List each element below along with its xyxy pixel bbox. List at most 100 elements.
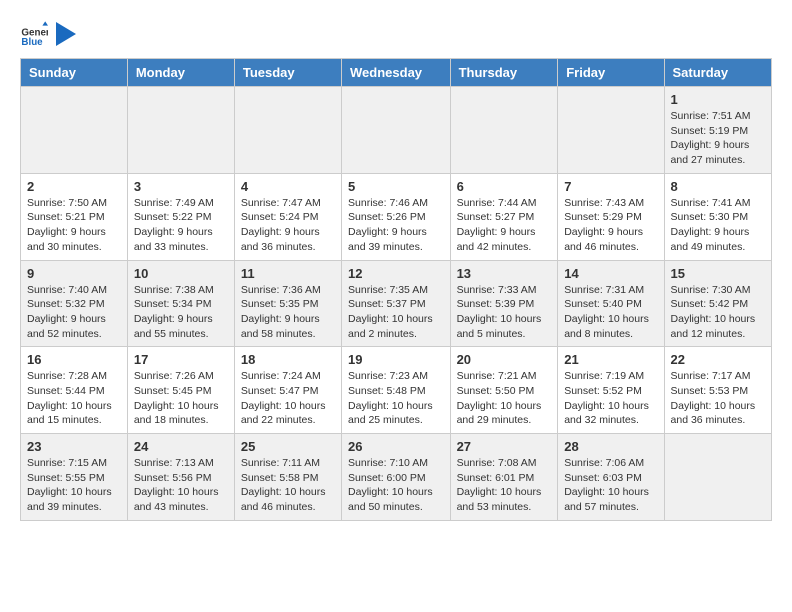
day-info: Sunrise: 7:51 AM Sunset: 5:19 PM Dayligh…	[671, 109, 765, 168]
day-number: 25	[241, 439, 335, 454]
day-number: 17	[134, 352, 228, 367]
calendar-cell: 2 Sunrise: 7:50 AM Sunset: 5:21 PM Daylig…	[21, 173, 128, 260]
calendar-cell	[342, 87, 451, 174]
day-number: 1	[671, 92, 765, 107]
day-number: 19	[348, 352, 444, 367]
calendar-cell: 6 Sunrise: 7:44 AM Sunset: 5:27 PM Daylig…	[450, 173, 558, 260]
day-info: Sunrise: 7:33 AM Sunset: 5:39 PM Dayligh…	[457, 283, 552, 342]
day-number: 15	[671, 266, 765, 281]
calendar-cell	[21, 87, 128, 174]
day-info: Sunrise: 7:35 AM Sunset: 5:37 PM Dayligh…	[348, 283, 444, 342]
day-number: 8	[671, 179, 765, 194]
day-number: 12	[348, 266, 444, 281]
calendar-cell: 26 Sunrise: 7:10 AM Sunset: 6:00 PM Dayli…	[342, 434, 451, 521]
logo-icon: General Blue	[20, 20, 48, 48]
calendar-cell: 20 Sunrise: 7:21 AM Sunset: 5:50 PM Dayli…	[450, 347, 558, 434]
logo: General Blue	[20, 20, 76, 48]
calendar-cell: 24 Sunrise: 7:13 AM Sunset: 5:56 PM Dayli…	[127, 434, 234, 521]
calendar-cell: 12 Sunrise: 7:35 AM Sunset: 5:37 PM Dayli…	[342, 260, 451, 347]
calendar-cell	[664, 434, 771, 521]
calendar-cell: 19 Sunrise: 7:23 AM Sunset: 5:48 PM Dayli…	[342, 347, 451, 434]
day-number: 18	[241, 352, 335, 367]
day-info: Sunrise: 7:44 AM Sunset: 5:27 PM Dayligh…	[457, 196, 552, 255]
calendar-cell: 5 Sunrise: 7:46 AM Sunset: 5:26 PM Daylig…	[342, 173, 451, 260]
calendar-cell	[127, 87, 234, 174]
day-number: 22	[671, 352, 765, 367]
calendar-cell: 14 Sunrise: 7:31 AM Sunset: 5:40 PM Dayli…	[558, 260, 664, 347]
day-info: Sunrise: 7:50 AM Sunset: 5:21 PM Dayligh…	[27, 196, 121, 255]
calendar-cell: 10 Sunrise: 7:38 AM Sunset: 5:34 PM Dayli…	[127, 260, 234, 347]
calendar-cell: 23 Sunrise: 7:15 AM Sunset: 5:55 PM Dayli…	[21, 434, 128, 521]
calendar-cell: 9 Sunrise: 7:40 AM Sunset: 5:32 PM Daylig…	[21, 260, 128, 347]
day-info: Sunrise: 7:06 AM Sunset: 6:03 PM Dayligh…	[564, 456, 657, 515]
day-info: Sunrise: 7:21 AM Sunset: 5:50 PM Dayligh…	[457, 369, 552, 428]
weekday-header: Friday	[558, 59, 664, 87]
calendar-cell: 11 Sunrise: 7:36 AM Sunset: 5:35 PM Dayli…	[234, 260, 341, 347]
day-number: 13	[457, 266, 552, 281]
calendar-cell	[450, 87, 558, 174]
day-info: Sunrise: 7:26 AM Sunset: 5:45 PM Dayligh…	[134, 369, 228, 428]
calendar-cell: 8 Sunrise: 7:41 AM Sunset: 5:30 PM Daylig…	[664, 173, 771, 260]
weekday-header: Monday	[127, 59, 234, 87]
day-info: Sunrise: 7:31 AM Sunset: 5:40 PM Dayligh…	[564, 283, 657, 342]
calendar-cell	[234, 87, 341, 174]
day-info: Sunrise: 7:17 AM Sunset: 5:53 PM Dayligh…	[671, 369, 765, 428]
day-info: Sunrise: 7:11 AM Sunset: 5:58 PM Dayligh…	[241, 456, 335, 515]
day-number: 20	[457, 352, 552, 367]
day-number: 14	[564, 266, 657, 281]
calendar-cell: 7 Sunrise: 7:43 AM Sunset: 5:29 PM Daylig…	[558, 173, 664, 260]
calendar-cell: 25 Sunrise: 7:11 AM Sunset: 5:58 PM Dayli…	[234, 434, 341, 521]
day-number: 27	[457, 439, 552, 454]
calendar-cell: 27 Sunrise: 7:08 AM Sunset: 6:01 PM Dayli…	[450, 434, 558, 521]
day-info: Sunrise: 7:41 AM Sunset: 5:30 PM Dayligh…	[671, 196, 765, 255]
calendar-cell: 4 Sunrise: 7:47 AM Sunset: 5:24 PM Daylig…	[234, 173, 341, 260]
calendar-cell: 22 Sunrise: 7:17 AM Sunset: 5:53 PM Dayli…	[664, 347, 771, 434]
day-info: Sunrise: 7:08 AM Sunset: 6:01 PM Dayligh…	[457, 456, 552, 515]
day-info: Sunrise: 7:13 AM Sunset: 5:56 PM Dayligh…	[134, 456, 228, 515]
day-info: Sunrise: 7:46 AM Sunset: 5:26 PM Dayligh…	[348, 196, 444, 255]
day-number: 7	[564, 179, 657, 194]
calendar-table: SundayMondayTuesdayWednesdayThursdayFrid…	[20, 58, 772, 521]
weekday-header: Sunday	[21, 59, 128, 87]
calendar-cell: 16 Sunrise: 7:28 AM Sunset: 5:44 PM Dayli…	[21, 347, 128, 434]
calendar-cell: 21Sunrise: 7:19 AM Sunset: 5:52 PM Dayli…	[558, 347, 664, 434]
weekday-header: Thursday	[450, 59, 558, 87]
weekday-header: Tuesday	[234, 59, 341, 87]
day-info: Sunrise: 7:24 AM Sunset: 5:47 PM Dayligh…	[241, 369, 335, 428]
day-number: 28	[564, 439, 657, 454]
day-info: Sunrise: 7:30 AM Sunset: 5:42 PM Dayligh…	[671, 283, 765, 342]
calendar-cell: 13 Sunrise: 7:33 AM Sunset: 5:39 PM Dayli…	[450, 260, 558, 347]
day-number: 10	[134, 266, 228, 281]
day-number: 3	[134, 179, 228, 194]
day-number: 16	[27, 352, 121, 367]
day-info: Sunrise: 7:49 AM Sunset: 5:22 PM Dayligh…	[134, 196, 228, 255]
weekday-header: Wednesday	[342, 59, 451, 87]
day-number: 5	[348, 179, 444, 194]
day-info: Sunrise: 7:10 AM Sunset: 6:00 PM Dayligh…	[348, 456, 444, 515]
day-info: Sunrise: 7:28 AM Sunset: 5:44 PM Dayligh…	[27, 369, 121, 428]
logo-arrow-icon	[56, 22, 76, 46]
svg-text:Blue: Blue	[21, 37, 43, 48]
weekday-header: Saturday	[664, 59, 771, 87]
page-header: General Blue	[20, 20, 772, 48]
calendar-cell	[558, 87, 664, 174]
day-info: Sunrise: 7:23 AM Sunset: 5:48 PM Dayligh…	[348, 369, 444, 428]
day-number: 2	[27, 179, 121, 194]
day-number: 9	[27, 266, 121, 281]
calendar-cell: 18 Sunrise: 7:24 AM Sunset: 5:47 PM Dayli…	[234, 347, 341, 434]
day-info: Sunrise: 7:36 AM Sunset: 5:35 PM Dayligh…	[241, 283, 335, 342]
day-number: 6	[457, 179, 552, 194]
day-number: 24	[134, 439, 228, 454]
calendar-cell: 3 Sunrise: 7:49 AM Sunset: 5:22 PM Daylig…	[127, 173, 234, 260]
day-number: 4	[241, 179, 335, 194]
day-info: Sunrise: 7:40 AM Sunset: 5:32 PM Dayligh…	[27, 283, 121, 342]
day-info: Sunrise: 7:38 AM Sunset: 5:34 PM Dayligh…	[134, 283, 228, 342]
day-number: 23	[27, 439, 121, 454]
day-info: Sunrise: 7:43 AM Sunset: 5:29 PM Dayligh…	[564, 196, 657, 255]
day-info: Sunrise: 7:15 AM Sunset: 5:55 PM Dayligh…	[27, 456, 121, 515]
day-info: Sunrise: 7:47 AM Sunset: 5:24 PM Dayligh…	[241, 196, 335, 255]
day-number: 11	[241, 266, 335, 281]
calendar-cell: 1 Sunrise: 7:51 AM Sunset: 5:19 PM Daylig…	[664, 87, 771, 174]
day-number: 26	[348, 439, 444, 454]
day-info: Sunrise: 7:19 AM Sunset: 5:52 PM Dayligh…	[564, 369, 657, 428]
